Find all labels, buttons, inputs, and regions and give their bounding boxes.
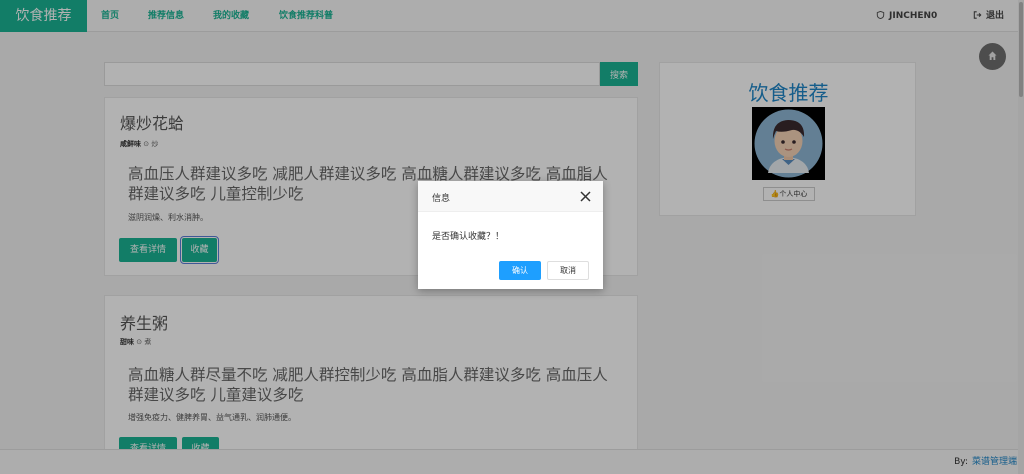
confirm-dialog: 信息 是否确认收藏？！ 确认 取消: [418, 181, 603, 289]
dialog-header: 信息: [418, 181, 603, 212]
dialog-message: 是否确认收藏？！: [432, 232, 505, 242]
cancel-button[interactable]: 取消: [547, 261, 589, 280]
close-icon[interactable]: [580, 191, 591, 202]
dialog-title: 信息: [432, 194, 451, 204]
confirm-button[interactable]: 确认: [499, 261, 541, 280]
